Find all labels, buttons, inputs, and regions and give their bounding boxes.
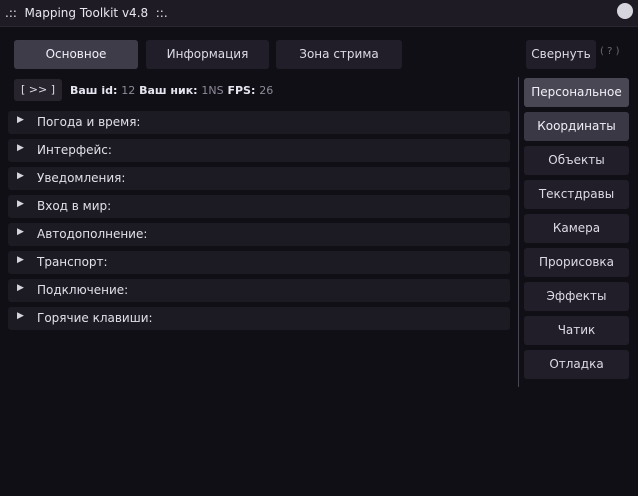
section-hotkeys[interactable]: ▶ Горячие клавиши: (8, 307, 510, 330)
expand-arrow-icon: ▶ (17, 311, 24, 321)
section-world-entry[interactable]: ▶ Вход в мир: (8, 195, 510, 218)
help-icon[interactable]: ( ? ) (600, 46, 619, 57)
section-label: Погода и время: (37, 115, 141, 129)
sidebar-item-textdraws[interactable]: Текстдравы (524, 180, 629, 209)
section-label: Уведомления: (37, 171, 126, 185)
tab-stream-zone[interactable]: Зона стрима (276, 40, 402, 69)
sidebar-item-render[interactable]: Прорисовка (524, 248, 629, 277)
section-label: Подключение: (37, 283, 129, 297)
sidebar-item-debug[interactable]: Отладка (524, 350, 629, 379)
expand-arrow-icon: ▶ (17, 171, 24, 181)
sidebar-divider (518, 77, 519, 387)
title-bar[interactable]: .:: Mapping Toolkit v4.8 ::. (0, 0, 638, 27)
section-notifications[interactable]: ▶ Уведомления: (8, 167, 510, 190)
toggle-button[interactable]: [ >> ] (14, 79, 62, 101)
sidebar-item-effects[interactable]: Эффекты (524, 282, 629, 311)
tab-main[interactable]: Основное (14, 40, 138, 69)
fps-label: FPS: (227, 84, 256, 97)
close-icon[interactable] (617, 3, 633, 19)
status-line: Ваш id: 12 Ваш ник: 1NS FPS: 26 (70, 84, 273, 97)
sidebar-item-coordinates[interactable]: Координаты (524, 112, 629, 141)
section-label: Автодополнение: (37, 227, 148, 241)
nick-value: 1NS (201, 84, 224, 97)
section-weather[interactable]: ▶ Погода и время: (8, 111, 510, 134)
expand-arrow-icon: ▶ (17, 283, 24, 293)
expand-arrow-icon: ▶ (17, 115, 24, 125)
sidebar-item-chat[interactable]: Чатик (524, 316, 629, 345)
section-label: Транспорт: (37, 255, 108, 269)
section-label: Горячие клавиши: (37, 311, 153, 325)
collapse-button[interactable]: Свернуть (526, 40, 596, 69)
section-label: Интерфейс: (37, 143, 112, 157)
sidebar-item-camera[interactable]: Камера (524, 214, 629, 243)
expand-arrow-icon: ▶ (17, 227, 24, 237)
section-connection[interactable]: ▶ Подключение: (8, 279, 510, 302)
expand-arrow-icon: ▶ (17, 199, 24, 209)
section-transport[interactable]: ▶ Транспорт: (8, 251, 510, 274)
sidebar-item-personal[interactable]: Персональное (524, 78, 629, 107)
tab-info[interactable]: Информация (146, 40, 269, 69)
fps-value: 26 (259, 84, 274, 97)
nick-label: Ваш ник: (139, 84, 198, 97)
section-label: Вход в мир: (37, 199, 112, 213)
section-interface[interactable]: ▶ Интерфейс: (8, 139, 510, 162)
section-autocomplete[interactable]: ▶ Автодополнение: (8, 223, 510, 246)
expand-arrow-icon: ▶ (17, 255, 24, 265)
id-value: 12 (121, 84, 136, 97)
sidebar-item-objects[interactable]: Объекты (524, 146, 629, 175)
id-label: Ваш id: (70, 84, 118, 97)
window-title: .:: Mapping Toolkit v4.8 ::. (5, 6, 168, 20)
expand-arrow-icon: ▶ (17, 143, 24, 153)
